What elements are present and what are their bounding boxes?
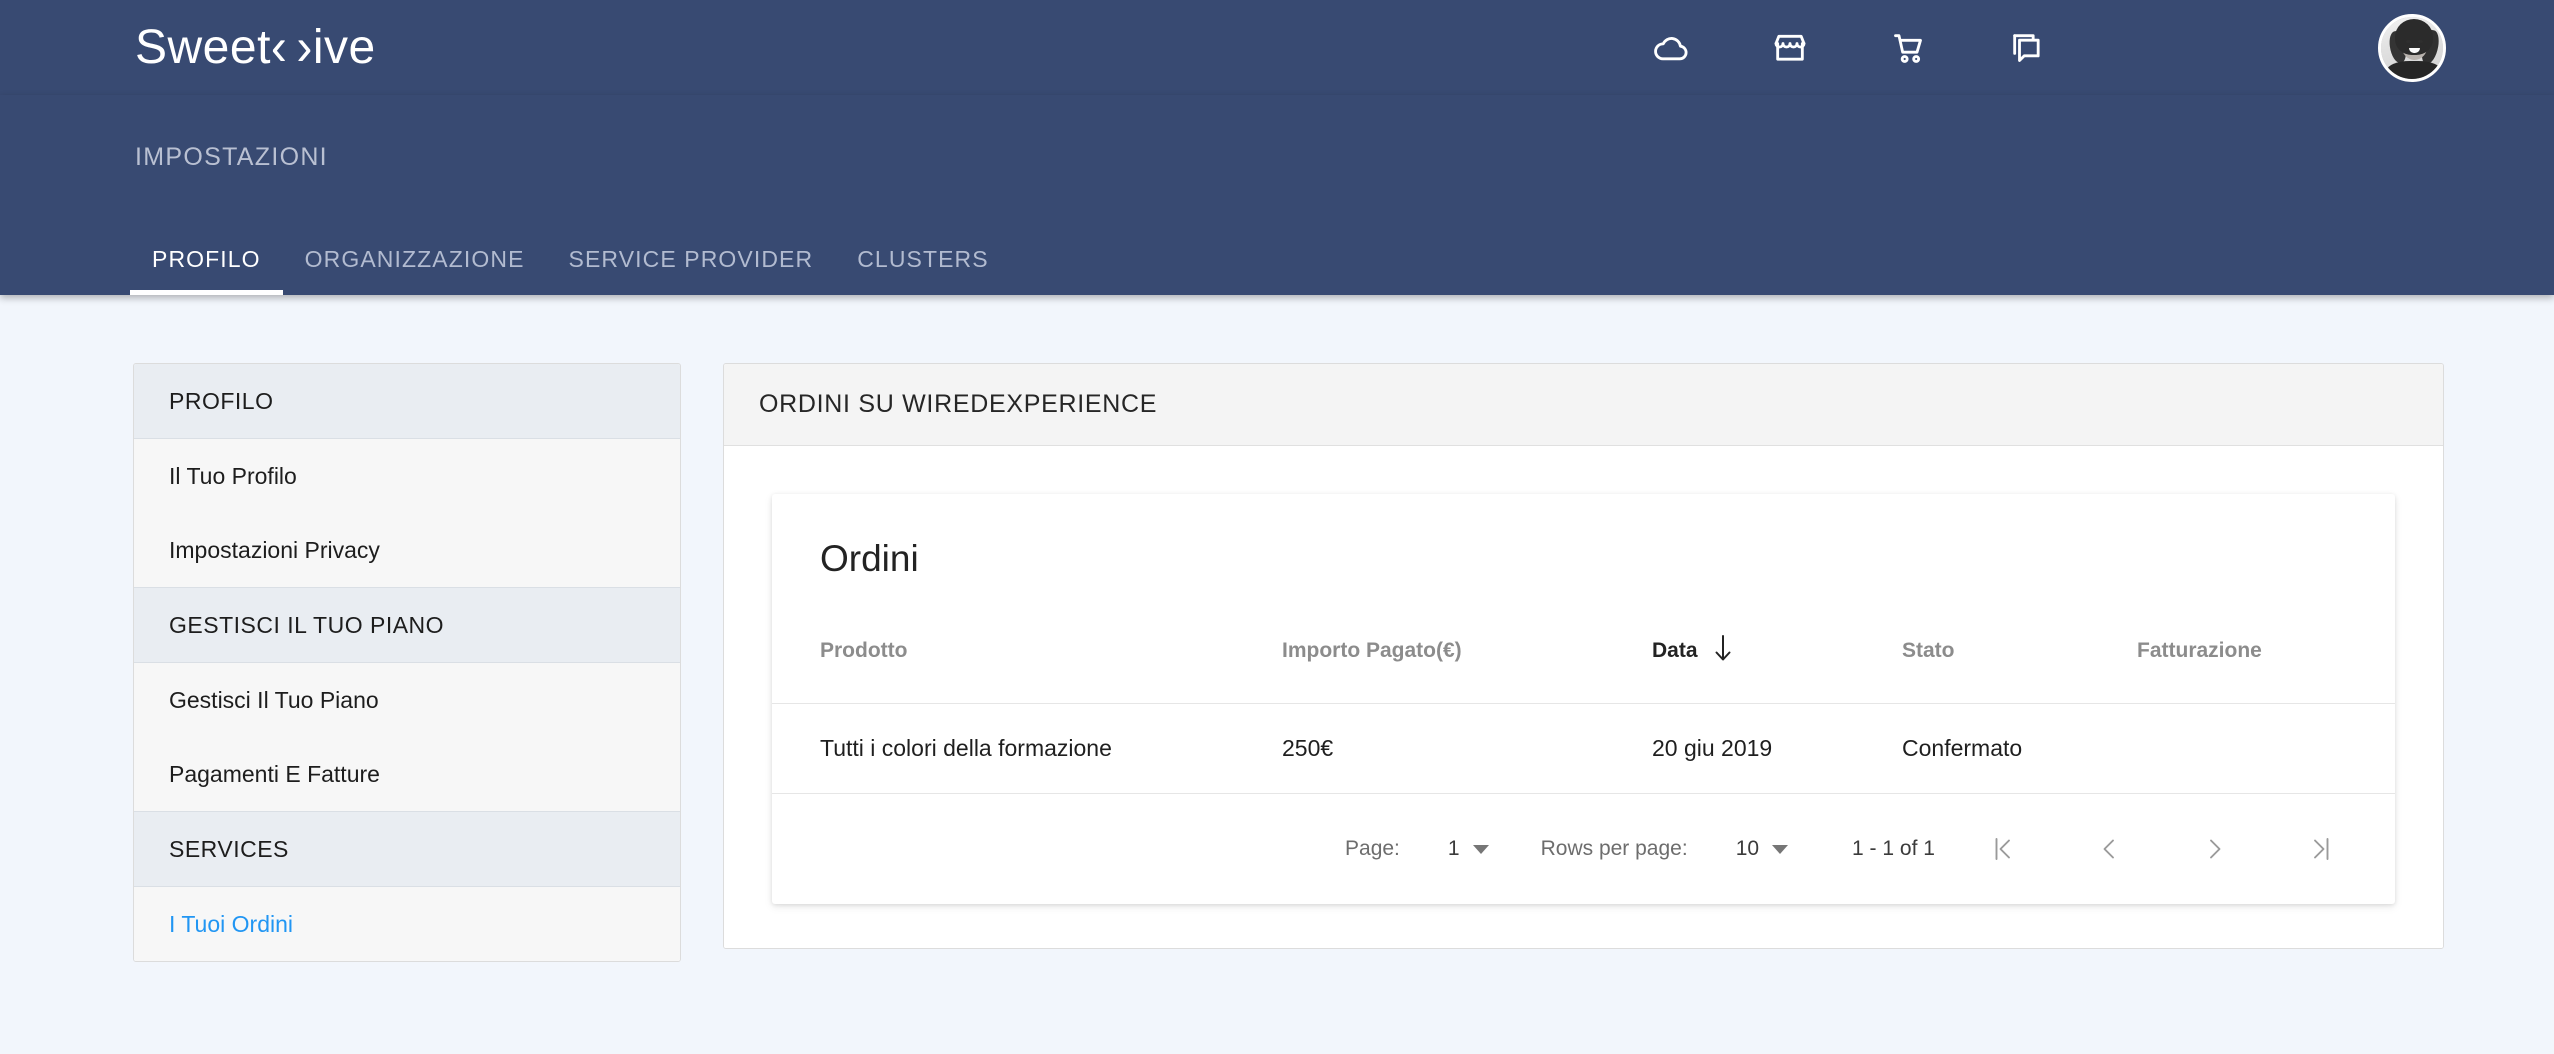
cell-importo: 250€: [1282, 703, 1652, 794]
column-header-fatturazione[interactable]: Fatturazione: [2137, 581, 2395, 704]
page-title: IMPOSTAZIONI: [135, 143, 328, 171]
avatar-eye-left: [2406, 40, 2411, 43]
settings-subnav: IMPOSTAZIONI PROFILO ORGANIZZAZIONE SERV…: [0, 95, 2554, 295]
orders-table-body: Tutti i colori della formazione 250€ 20 …: [772, 703, 2395, 794]
pagination-page-select[interactable]: 1: [1448, 837, 1489, 861]
table-header-row: Prodotto Importo Pagato(€) Data Stato Fa…: [772, 581, 2395, 704]
logo-text-first: Sweet: [135, 20, 271, 74]
last-page-button[interactable]: [2295, 823, 2347, 875]
pagination-page-label: Page:: [1345, 837, 1400, 861]
sidebar-section-gestisci-il-tuo-piano: GESTISCI IL TUO PIANO: [134, 587, 680, 663]
table-pagination: Page: 1 Rows per page: 10 1 - 1 of 1: [772, 793, 2395, 904]
table-row[interactable]: Tutti i colori della formazione 250€ 20 …: [772, 703, 2395, 794]
sidebar-item-i-tuoi-ordini[interactable]: I Tuoi Ordini: [134, 887, 680, 961]
pagination-rows-label: Rows per page:: [1540, 837, 1688, 861]
chevron-down-icon: [1772, 844, 1789, 854]
cell-prodotto: Tutti i colori della formazione: [772, 703, 1282, 794]
tab-organizzazione[interactable]: ORGANIZZAZIONE: [283, 246, 547, 295]
tab-profilo[interactable]: PROFILO: [130, 246, 283, 295]
sidebar-section-profilo: PROFILO: [134, 364, 680, 439]
column-header-data[interactable]: Data: [1652, 581, 1902, 704]
orders-panel-title: ORDINI SU WIREDEXPERIENCE: [724, 364, 2443, 446]
cell-data: 20 giu 2019: [1652, 703, 1902, 794]
column-header-prodotto[interactable]: Prodotto: [772, 581, 1282, 704]
tab-service-provider[interactable]: SERVICE PROVIDER: [547, 246, 836, 295]
next-page-button[interactable]: [2189, 823, 2241, 875]
settings-tabs: PROFILO ORGANIZZAZIONE SERVICE PROVIDER …: [130, 246, 1011, 295]
pagination-rows-select[interactable]: 10: [1735, 837, 1789, 861]
storefront-icon[interactable]: [1768, 26, 1812, 70]
column-header-stato[interactable]: Stato: [1902, 581, 2137, 704]
chevron-down-icon: [1472, 844, 1489, 854]
logo-bracket-right-icon: ›: [296, 17, 313, 77]
sidebar-item-gestisci-il-tuo-piano[interactable]: Gestisci Il Tuo Piano: [134, 663, 680, 737]
logo-bracket-left-icon: ‹: [270, 17, 288, 77]
app-logo[interactable]: Sweet‹ ›ive: [135, 17, 376, 77]
sort-arrow-down-icon[interactable]: [1711, 633, 1735, 669]
logo-text-last: ive: [312, 20, 376, 74]
sidebar-item-pagamenti-e-fatture[interactable]: Pagamenti E Fatture: [134, 737, 680, 811]
orders-table-title: Ordini: [820, 538, 919, 579]
avatar-eye-right: [2418, 40, 2423, 43]
header-icon-group: [1650, 0, 2048, 95]
avatar-photo: [2381, 17, 2443, 79]
settings-sidebar: PROFILO Il Tuo Profilo Impostazioni Priv…: [133, 363, 681, 962]
orders-panel: ORDINI SU WIREDEXPERIENCE Ordini Prodott…: [723, 363, 2444, 950]
avatar[interactable]: [2378, 14, 2446, 82]
column-header-data-label: Data: [1652, 639, 1698, 663]
tab-clusters[interactable]: CLUSTERS: [835, 246, 1011, 295]
chat-bubbles-icon[interactable]: [2004, 26, 2048, 70]
first-page-button[interactable]: [1977, 823, 2029, 875]
column-header-data-sort[interactable]: Data: [1652, 633, 1735, 669]
pagination-range: 1 - 1 of 1: [1852, 837, 1935, 861]
shopping-cart-icon[interactable]: [1886, 26, 1930, 70]
previous-page-button[interactable]: [2083, 823, 2135, 875]
sidebar-item-impostazioni-privacy[interactable]: Impostazioni Privacy: [134, 513, 680, 587]
sidebar-item-il-tuo-profilo[interactable]: Il Tuo Profilo: [134, 439, 680, 513]
top-header-bar: Sweet‹ ›ive: [0, 0, 2554, 95]
page-content: PROFILO Il Tuo Profilo Impostazioni Priv…: [0, 295, 2554, 962]
orders-table: Prodotto Importo Pagato(€) Data Stato Fa…: [772, 581, 2395, 794]
pagination-page-value: 1: [1447, 837, 1460, 861]
pagination-rows-value: 10: [1735, 837, 1760, 861]
avatar-body: [2387, 61, 2441, 79]
cloud-icon[interactable]: [1650, 26, 1694, 70]
pagination-buttons: [1977, 823, 2347, 875]
sidebar-section-services: SERVICES: [134, 811, 680, 887]
column-header-importo-pagato[interactable]: Importo Pagato(€): [1282, 581, 1652, 704]
orders-table-head: Prodotto Importo Pagato(€) Data Stato Fa…: [772, 581, 2395, 704]
cell-fatturazione: [2137, 703, 2395, 794]
orders-panel-body: Ordini Prodotto Importo Pagato(€) Data S…: [724, 446, 2443, 949]
cell-stato: Confermato: [1902, 703, 2137, 794]
orders-table-card: Ordini Prodotto Importo Pagato(€) Data S…: [772, 494, 2395, 905]
